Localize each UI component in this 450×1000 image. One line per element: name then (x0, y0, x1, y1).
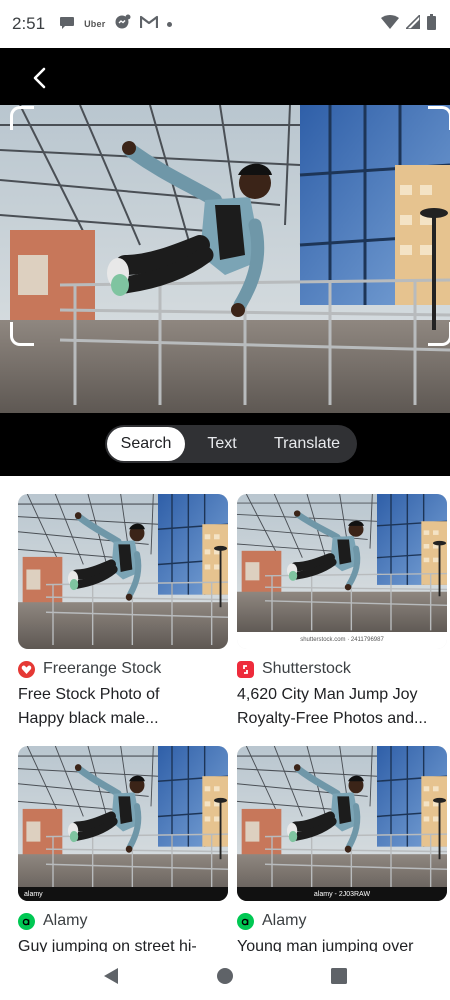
tab-search[interactable]: Search (107, 427, 185, 461)
tab-translate[interactable]: Translate (259, 427, 355, 461)
result-card[interactable]: shutterstock.com · 2411796987 Shuttersto… (237, 494, 447, 731)
query-image (0, 105, 450, 413)
chat-bubble-icon (59, 14, 75, 35)
source-name: Alamy (43, 912, 88, 929)
result-thumbnail[interactable]: alamy - 2J03RAW (237, 746, 447, 901)
back-button[interactable] (24, 62, 56, 94)
lens-viewer: Search Text Translate (0, 48, 450, 476)
result-thumbnail[interactable]: alamy (18, 746, 228, 901)
wifi-icon (381, 14, 399, 34)
more-notifications-dot-icon (167, 21, 173, 27)
uber-notification-icon: Uber (84, 19, 106, 29)
notification-icons: Uber (59, 14, 173, 35)
tab-text[interactable]: Text (185, 427, 259, 461)
result-card[interactable]: alamy Alamy Guy jumping on street hi- (18, 746, 228, 952)
result-title[interactable]: 4,620 City Man Jump Joy Royalty-Free Pho… (237, 683, 449, 731)
battery-icon (427, 13, 436, 35)
cell-signal-icon (404, 12, 421, 34)
status-time: 2:51 (12, 14, 46, 33)
source-name: Shutterstock (262, 660, 351, 677)
result-source: Alamy (18, 912, 228, 930)
status-bar: 2:51 Uber (0, 0, 450, 48)
result-source: Alamy (237, 912, 447, 930)
source-name: Alamy (262, 912, 307, 929)
watermark-text: alamy (24, 890, 43, 898)
system-navigation-bar (0, 952, 450, 1000)
nav-recents-button[interactable] (324, 961, 354, 991)
system-icons (381, 12, 436, 35)
nav-back-triangle-icon (104, 968, 118, 984)
result-title[interactable]: Free Stock Photo of Happy black male... (18, 683, 230, 731)
result-card[interactable]: alamy - 2J03RAW Alamy Young man jumping … (237, 746, 447, 952)
result-thumbnail[interactable]: shutterstock.com · 2411796987 (237, 494, 447, 649)
source-name: Freerange Stock (43, 660, 162, 677)
visual-matches-grid: Freerange Stock Free Stock Photo of Happ… (0, 476, 450, 952)
shutterstock-logo-icon (237, 660, 254, 678)
nav-home-button[interactable] (210, 961, 240, 991)
nav-back-button[interactable] (96, 961, 126, 991)
watermark-text: alamy - 2J03RAW (313, 890, 371, 898)
result-title-line: Young man jumping over (237, 938, 414, 952)
gmail-icon (140, 15, 159, 34)
messenger-icon (114, 14, 131, 35)
result-title[interactable]: Young man jumping over (237, 935, 449, 952)
result-title-line: Happy black male... (18, 710, 159, 727)
result-title[interactable]: Guy jumping on street hi- (18, 935, 230, 952)
result-source: Freerange Stock (18, 660, 228, 678)
lens-mode-switch: Search Text Translate (105, 425, 357, 463)
nav-recents-square-icon (331, 968, 347, 984)
result-title-line: 4,620 City Man Jump Joy (237, 686, 418, 703)
freerange-logo-icon (18, 660, 35, 678)
result-card[interactable]: Freerange Stock Free Stock Photo of Happ… (18, 494, 228, 731)
result-title-line: Royalty-Free Photos and... (237, 710, 428, 727)
result-title-line: Guy jumping on street hi- (18, 938, 197, 952)
result-source: Shutterstock (237, 660, 447, 678)
nav-home-circle-icon (217, 968, 233, 984)
watermark-text: shutterstock.com · 2411796987 (300, 637, 384, 643)
back-arrow-icon (33, 67, 46, 89)
alamy-logo-icon (18, 912, 35, 930)
result-title-line: Free Stock Photo of (18, 686, 160, 703)
result-thumbnail[interactable] (18, 494, 228, 649)
alamy-logo-icon (237, 912, 254, 930)
